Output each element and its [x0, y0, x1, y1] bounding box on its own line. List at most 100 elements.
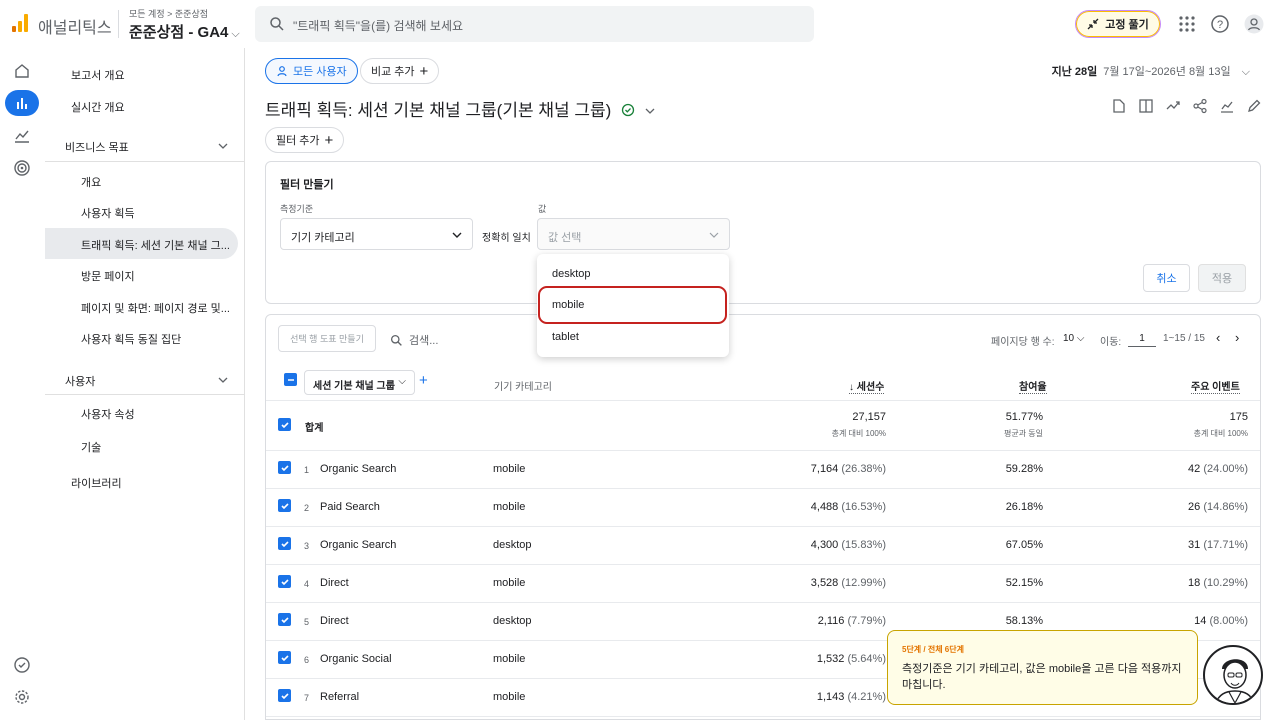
row-channel: Organic Search — [320, 463, 397, 475]
chevron-up-icon[interactable] — [218, 141, 228, 151]
date-range-picker[interactable]: 지난 28일 7월 17일~2026년 8월 13일 ⌵ — [1052, 63, 1250, 79]
col-device-header[interactable]: 기기 카테고리 — [494, 378, 552, 393]
next-page-icon[interactable]: › — [1235, 330, 1239, 345]
row-sessions: 2,116 (7.79%) — [818, 615, 886, 627]
account-selector[interactable]: 준준상점 - GA4 ⌵ — [129, 21, 240, 42]
total-checkbox[interactable] — [278, 418, 291, 431]
chevron-up-icon[interactable] — [218, 375, 228, 385]
total-key-events-sub: 총계 대비 100% — [1193, 429, 1248, 438]
option-tablet[interactable]: tablet — [552, 331, 579, 343]
line-chart-icon[interactable] — [1219, 98, 1235, 114]
option-desktop[interactable]: desktop — [552, 268, 591, 280]
nav-overview[interactable]: 개요 — [81, 174, 101, 190]
col-key-events-header[interactable]: 주요 이벤트 — [1191, 378, 1240, 394]
row-engagement: 59.28% — [1005, 463, 1043, 475]
row-key-events: 31 (17.71%) — [1188, 539, 1248, 551]
value-label: 값 — [538, 204, 547, 214]
dimension-label: 측정기준 — [280, 204, 314, 214]
nav-traffic-acquisition[interactable]: 트래픽 획득: 세션 기본 채널 그... — [81, 237, 230, 253]
insights-trend-icon[interactable] — [1165, 98, 1181, 114]
analytics-logo-icon[interactable] — [12, 14, 30, 32]
total-engagement-sub: 평균과 동일 — [1003, 429, 1043, 438]
share-icon[interactable] — [1192, 98, 1208, 114]
compare-columns-icon[interactable] — [1138, 98, 1154, 114]
dimension-select[interactable]: 기기 카테고리 — [280, 218, 473, 250]
row-key-events-pct: (17.71%) — [1203, 539, 1248, 551]
table-search[interactable]: 검색... — [390, 332, 438, 348]
apply-button[interactable]: 적용 — [1198, 264, 1246, 292]
nav-landing-page[interactable]: 방문 페이지 — [81, 268, 135, 284]
nav-library[interactable]: 라이브러리 — [71, 475, 122, 491]
account-breadcrumb[interactable]: 모든 계정 > 준준상점 — [129, 7, 208, 20]
guide-avatar — [1203, 645, 1263, 705]
row-sessions: 7,164 (26.38%) — [811, 463, 886, 475]
col-sessions-label: 세션수 — [856, 382, 885, 393]
nav-user-acquisition[interactable]: 사용자 획득 — [81, 205, 135, 221]
date-range-label: 지난 28일 — [1051, 66, 1098, 78]
col-engagement-header[interactable]: 참여율 — [1019, 378, 1047, 394]
document-icon[interactable] — [1111, 98, 1127, 114]
row-sessions-value: 2,116 — [817, 615, 845, 627]
create-segment-button[interactable]: 선택 행 도표 만들기 — [278, 325, 376, 352]
row-checkbox[interactable] — [278, 689, 291, 702]
nav-realtime-overview[interactable]: 실시간 개요 — [71, 99, 125, 115]
select-all-checkbox[interactable] — [284, 373, 297, 386]
prev-page-icon[interactable]: ‹ — [1216, 330, 1220, 345]
value-select[interactable]: 값 선택 — [537, 218, 730, 250]
row-checkbox[interactable] — [278, 651, 291, 664]
option-mobile[interactable]: mobile — [552, 299, 584, 311]
settings-gear-icon[interactable] — [12, 687, 32, 707]
row-sessions: 3,528 (12.99%) — [811, 577, 886, 589]
explore-icon[interactable] — [12, 126, 32, 146]
goto-input[interactable]: 1 — [1128, 333, 1156, 347]
check-circle-icon[interactable] — [12, 655, 32, 675]
filter-add-button[interactable]: 필터 추가 + — [265, 127, 345, 153]
nav-pages-screens[interactable]: 페이지 및 화면: 페이지 경로 및... — [81, 300, 230, 316]
row-key-events-value: 31 — [1188, 539, 1201, 551]
reports-icon[interactable] — [12, 93, 32, 113]
total-label: 합계 — [305, 423, 324, 434]
nav-reports-overview[interactable]: 보고서 개요 — [71, 67, 125, 83]
chevron-down-icon: ⌵ — [1241, 66, 1250, 78]
home-icon[interactable] — [12, 61, 32, 81]
help-icon[interactable]: ? — [1210, 14, 1230, 34]
cancel-button[interactable]: 취소 — [1143, 264, 1190, 292]
dimension-selector-label: 세션 기본 채널 그룹 — [313, 381, 395, 392]
divider — [45, 394, 244, 395]
row-checkbox[interactable] — [278, 461, 291, 474]
edit-pencil-icon[interactable] — [1246, 98, 1262, 114]
row-divider — [266, 602, 1260, 603]
match-type-label: 정확히 일치 — [482, 233, 531, 244]
apps-grid-icon[interactable] — [1177, 14, 1197, 34]
advertising-icon[interactable] — [12, 158, 32, 178]
collapse-arrows-icon — [1087, 18, 1099, 30]
page-range: 1~15 / 15 — [1163, 333, 1205, 344]
row-index: 3 — [304, 541, 310, 551]
row-sessions-pct: (7.79%) — [847, 615, 886, 627]
compare-add-button[interactable]: 비교 추가 + — [360, 58, 440, 84]
all-users-chip[interactable]: 모든 사용자 — [265, 58, 358, 84]
col-sessions-header[interactable]: ↓ 세션수 — [849, 378, 885, 394]
row-checkbox[interactable] — [278, 613, 291, 626]
nav-user-attributes[interactable]: 사용자 속성 — [81, 406, 135, 422]
total-key-events: 175 — [1229, 411, 1248, 423]
dimension-selector[interactable]: 세션 기본 채널 그룹 ⌵ — [304, 370, 415, 395]
unpin-button[interactable]: 고정 풀기 — [1075, 10, 1161, 38]
row-checkbox[interactable] — [278, 575, 291, 588]
section-user[interactable]: 사용자 — [65, 373, 95, 389]
row-checkbox[interactable] — [278, 537, 291, 550]
add-dimension-plus-icon[interactable]: + — [419, 372, 428, 389]
section-business-goals[interactable]: 비즈니스 목표 — [65, 139, 129, 155]
rows-per-page-select[interactable]: 10 ⌵ — [1063, 333, 1085, 344]
total-engagement: 51.77% — [1005, 411, 1043, 423]
row-sessions-value: 7,164 — [810, 463, 839, 475]
row-sessions-pct: (16.53%) — [841, 501, 886, 513]
plus-icon: + — [419, 62, 429, 80]
row-checkbox[interactable] — [278, 499, 291, 512]
search-bar[interactable]: "트래픽 획득"을(를) 검색해 보세요 — [255, 6, 814, 42]
nav-tech[interactable]: 기술 — [81, 439, 101, 455]
divider — [266, 450, 1260, 451]
chevron-down-icon[interactable] — [645, 106, 655, 116]
nav-user-cohort[interactable]: 사용자 획득 동질 집단 — [81, 331, 181, 347]
account-avatar-icon[interactable] — [1244, 14, 1264, 34]
